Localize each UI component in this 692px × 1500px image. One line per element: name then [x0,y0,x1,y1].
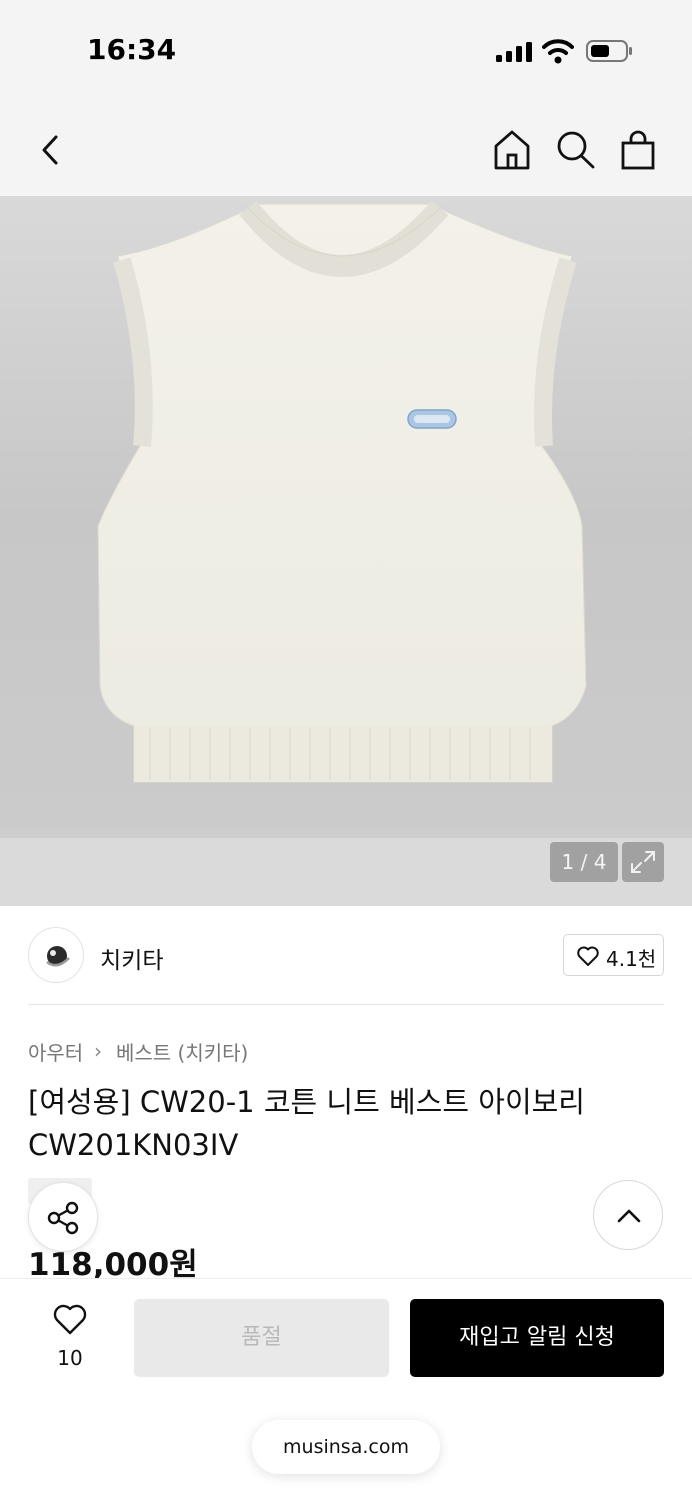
heart-icon [53,1304,87,1335]
wishlist-count: 10 [57,1346,83,1370]
brand-logo-mark [46,946,70,967]
bag-icon[interactable] [616,128,660,172]
status-time: 16:34 [87,33,177,66]
battery-icon [586,40,632,62]
product-image [97,200,587,783]
expand-icon [631,851,655,873]
home-icon[interactable] [490,128,534,172]
signal-icon [496,42,532,62]
chevron-up-icon [617,1209,641,1223]
browser-url-pill[interactable]: musinsa.com [252,1420,440,1474]
wifi-icon [542,39,574,64]
brand-like-button[interactable]: 4.1천 [563,934,664,976]
category-separator: › [94,1039,102,1063]
soldout-button[interactable]: 품절 [134,1299,389,1377]
brand-name[interactable]: 치키타 [100,941,163,975]
category-link-vest[interactable]: 베스트 (치키타) [116,1037,248,1066]
scroll-top-button[interactable] [593,1180,663,1250]
product-image-gallery[interactable] [0,196,692,906]
category-link-outer[interactable]: 아우터 [28,1037,83,1066]
expand-button[interactable] [622,842,664,882]
image-pager: 1 / 4 [550,842,618,882]
brand-logo[interactable] [28,927,84,983]
restock-alert-button[interactable]: 재입고 알림 신청 [410,1299,664,1377]
divider [28,1004,664,1005]
heart-icon [577,946,599,966]
search-icon[interactable] [553,128,597,172]
product-title: [여성용] CW20-1 코튼 니트 베스트 아이보리 CW201KN03IV [28,1085,585,1162]
wishlist-button[interactable]: 10 [40,1302,100,1372]
back-icon[interactable] [30,128,74,172]
brand-like-count: 4.1천 [606,947,657,971]
